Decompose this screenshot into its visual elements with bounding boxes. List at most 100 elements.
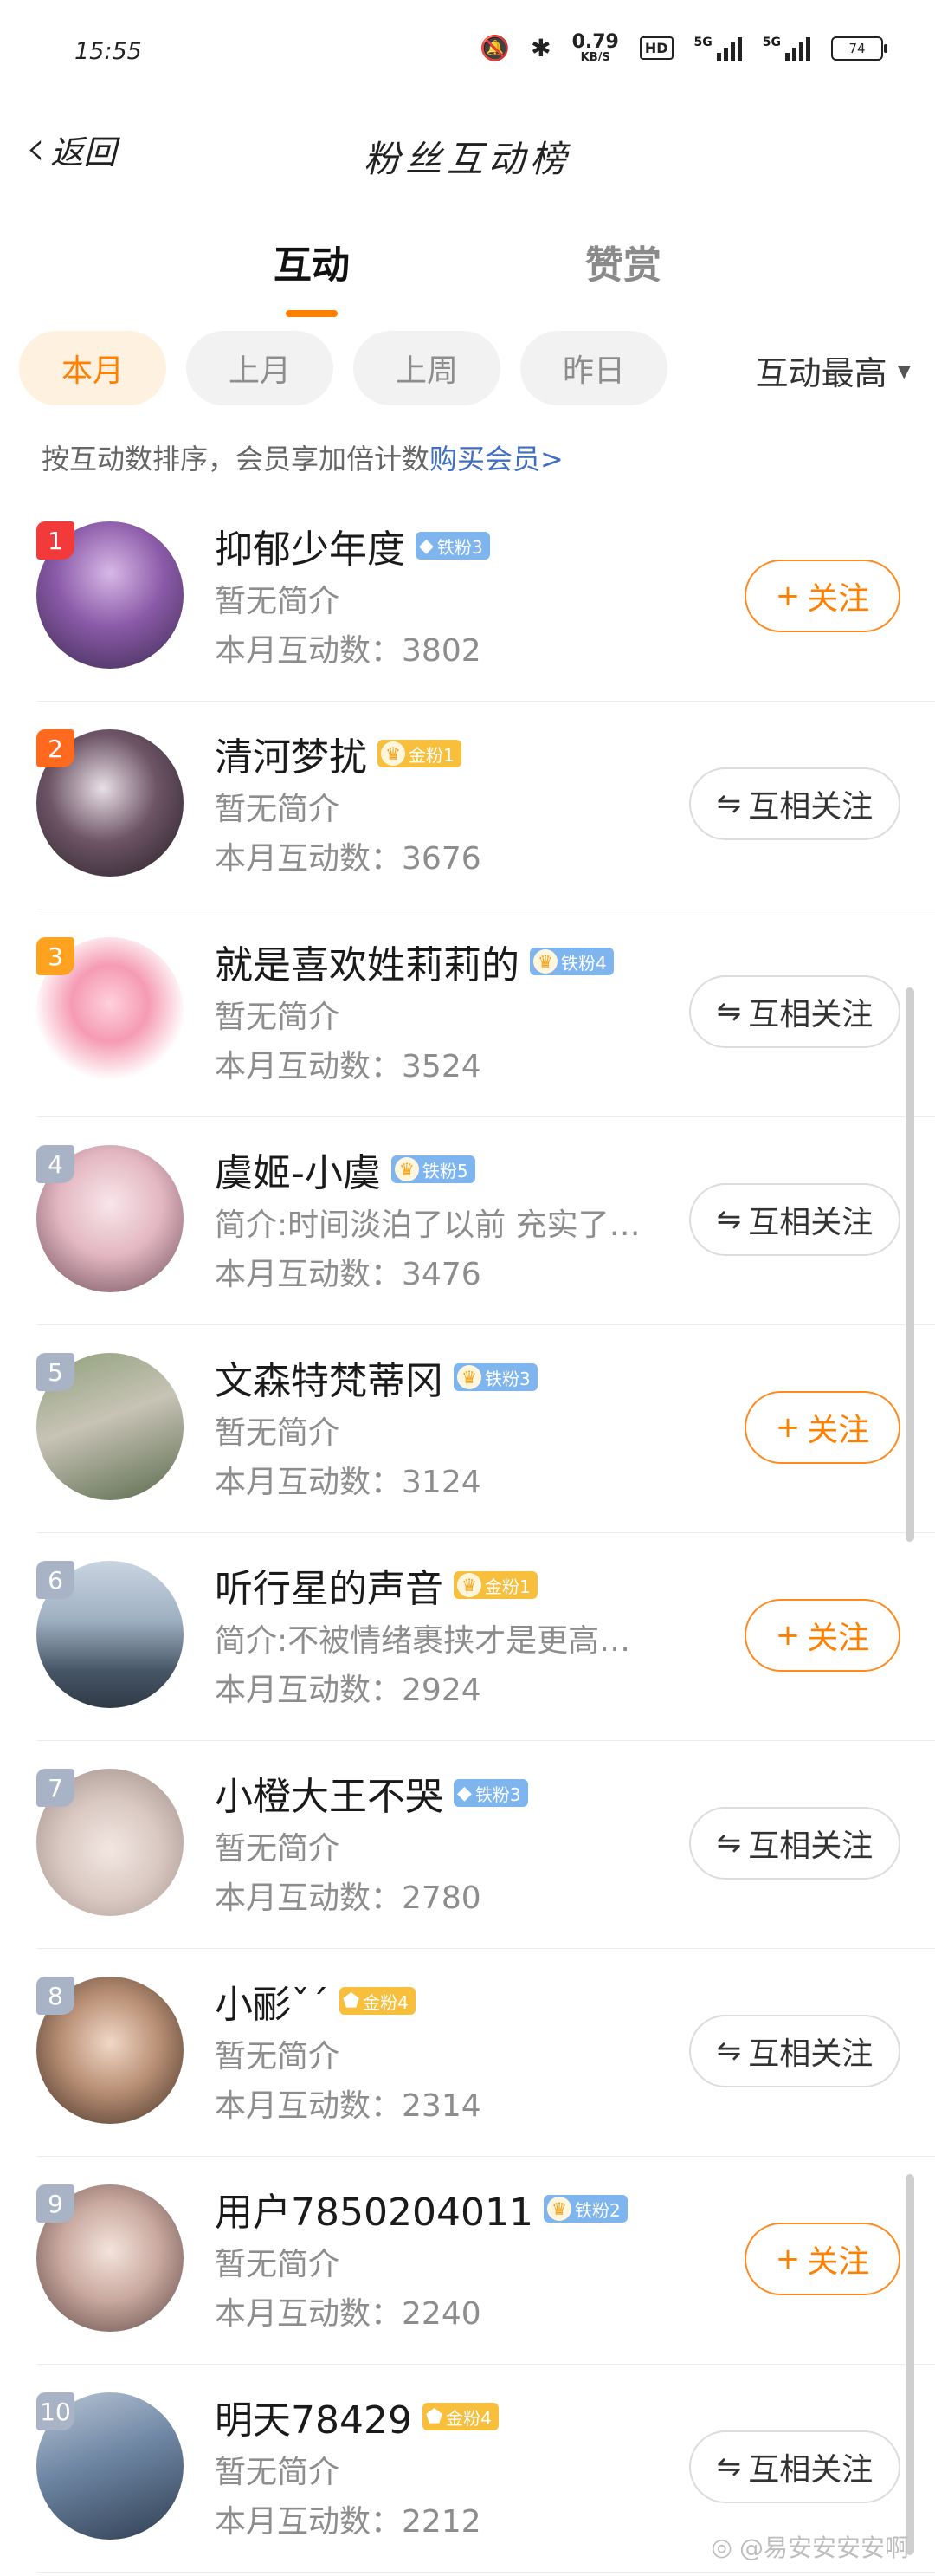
signal-2-label: 5G: [762, 35, 781, 49]
fan-name[interactable]: 文森特梵蒂冈: [215, 1349, 443, 1405]
button-label: 互相关注: [748, 1828, 874, 1864]
mutual-follow-button[interactable]: ⇋ 互相关注: [689, 2015, 900, 2087]
fan-row[interactable]: 7 小橙大王不哭 ◆ 铁粉3 暂无简介 本月互动数：2780 ⇋ 互相关注: [0, 1741, 935, 1949]
badge-label: 金粉4: [446, 2407, 492, 2429]
fan-name[interactable]: 就是喜欢姓莉莉的: [215, 934, 519, 989]
count-value: 3802: [402, 633, 481, 669]
fan-name[interactable]: 明天78429: [215, 2389, 412, 2444]
fan-name[interactable]: 抑郁少年度: [215, 518, 405, 573]
rank-badge: 10: [36, 2392, 74, 2430]
bluetooth-icon: ✱: [531, 33, 551, 62]
nav-bar: ‹ 返回 粉丝互动榜: [0, 113, 935, 191]
crown-icon: ♛: [381, 741, 405, 766]
fan-level-badge: ♛ 铁粉4: [530, 948, 614, 975]
rank-badge: 5: [36, 1353, 74, 1391]
fan-bio: 暂无简介: [215, 584, 340, 619]
interaction-count: 本月互动数：3476: [215, 1249, 481, 1294]
mute-bell-icon: 🔕: [480, 33, 511, 62]
count-prefix: 本月互动数：: [215, 633, 403, 669]
rank-badge: 2: [36, 729, 74, 767]
name-line: 文森特梵蒂冈 ♛ 铁粉3: [215, 1349, 538, 1405]
interaction-count: 本月互动数：3676: [215, 833, 481, 878]
tab-reward[interactable]: 赞赏: [554, 234, 693, 289]
status-bar: 15:55 🔕 ✱ 0.79 KB/S HD 5G 5G 74: [0, 0, 935, 104]
rank-badge: 7: [36, 1769, 74, 1807]
filter-yesterday[interactable]: 昨日: [520, 331, 667, 405]
scrollbar-lower[interactable]: [906, 2174, 914, 2555]
fan-row[interactable]: 9 用户7850204011 ♛ 铁粉2 暂无简介 本月互动数：2240 + 关注: [0, 2157, 935, 2365]
fan-name[interactable]: 小橙大王不哭: [215, 1765, 443, 1821]
name-line: 小彨ˇˊ ⬟ 金粉4: [215, 1973, 416, 2029]
plus-icon: +: [775, 1410, 801, 1445]
badge-label: 铁粉3: [474, 1783, 521, 1805]
fan-name[interactable]: 用户7850204011: [215, 2181, 533, 2236]
fan-row[interactable]: 2 清河梦扰 ♛ 金粉1 暂无简介本月互动数：3676 ⇋ 互相关注: [0, 702, 935, 909]
follow-button[interactable]: + 关注: [745, 560, 900, 632]
mutual-follow-button[interactable]: ⇋ 互相关注: [689, 767, 900, 840]
badge-label: 铁粉2: [574, 2199, 621, 2221]
name-line: 抑郁少年度 ◆ 铁粉3: [215, 518, 490, 573]
button-label: 关注: [807, 1413, 870, 1448]
fan-name[interactable]: 虞姬-小虞: [215, 1142, 381, 1197]
ranking-tip: 按互动数排序，会员享加倍计数购买会员>: [42, 437, 564, 477]
fan-row[interactable]: 1 抑郁少年度 ◆ 铁粉3 暂无简介 本月互动数：3802 + 关注: [0, 494, 935, 702]
crown-icon: ♛: [457, 1573, 481, 1597]
button-label: 关注: [807, 2244, 870, 2280]
filter-last-month[interactable]: 上月: [186, 331, 333, 405]
tab-interaction[interactable]: 互动: [242, 234, 381, 289]
fan-row[interactable]: 5 文森特梵蒂冈 ♛ 铁粉3 暂无简介 本月互动数：3124 + 关注: [0, 1325, 935, 1533]
fan-level-badge: ◆ 铁粉3: [454, 1779, 528, 1807]
button-label: 互相关注: [748, 997, 874, 1032]
fan-bio: 暂无简介: [215, 1831, 340, 1867]
filter-last-week[interactable]: 上周: [353, 331, 500, 405]
fan-name[interactable]: 小彨ˇˊ: [215, 1973, 329, 2029]
sort-dropdown[interactable]: 互动最高 ▼: [756, 346, 911, 394]
fan-row[interactable]: 8 小彨ˇˊ ⬟ 金粉4 暂无简介 本月互动数：2314 ⇋ 互相关注: [0, 1949, 935, 2157]
count-prefix: 本月互动数：: [215, 1465, 403, 1500]
fan-row[interactable]: 6 听行星的声音 ♛金粉1 简介:不被情绪裹挟才是更高级的自由本月互动数：2924 +关…: [0, 1533, 935, 1741]
plus-icon: +: [775, 579, 801, 613]
count-prefix: 本月互动数：: [215, 2504, 403, 2540]
mutual-follow-button[interactable]: ⇋ 互相关注: [689, 1807, 900, 1880]
filter-bar: 本月 上月 上周 昨日 互动最高 ▼: [19, 331, 919, 405]
fan-row[interactable]: 4 虞姬-小虞 ♛ 铁粉5 简介:时间淡泊了以前 充实了… 本月互动数：3476 ⇋ 互相关注: [0, 1117, 935, 1325]
count-prefix: 本月互动数：: [215, 1673, 403, 1708]
mutual-follow-button[interactable]: ⇋ 互相关注: [689, 975, 900, 1048]
fan-level-badge: ♛ 铁粉3: [454, 1363, 538, 1391]
name-line: 小橙大王不哭 ◆ 铁粉3: [215, 1765, 528, 1821]
follow-button[interactable]: + 关注: [745, 1599, 900, 1672]
count-prefix: 本月互动数：: [215, 2088, 403, 2124]
buy-membership-link[interactable]: 购买会员>: [429, 443, 564, 476]
mutual-follow-button[interactable]: ⇋ 互相关注: [689, 1183, 900, 1256]
badge-label: 金粉1: [409, 744, 455, 766]
rank-badge: 3: [36, 937, 74, 975]
filter-this-month[interactable]: 本月: [19, 331, 166, 405]
count-prefix: 本月互动数：: [215, 841, 403, 877]
sort-label: 互动最高: [755, 354, 887, 392]
follow-button[interactable]: + 关注: [745, 2223, 900, 2295]
caret-down-icon: ▼: [897, 359, 911, 381]
diamond-icon: ◆: [457, 1782, 472, 1804]
fan-name[interactable]: 清河梦扰: [215, 726, 367, 781]
crown-icon: ♛: [533, 949, 558, 974]
fan-name[interactable]: 听行星的声音: [215, 1557, 443, 1613]
swap-arrows-icon: ⇋: [716, 1826, 742, 1861]
rank-badge: 4: [36, 1145, 74, 1183]
fan-bio: 暂无简介: [215, 792, 340, 827]
button-label: 关注: [807, 1621, 870, 1656]
count-value: 2780: [402, 1880, 481, 1916]
status-time: 15:55: [74, 38, 142, 65]
swap-arrows-icon: ⇋: [716, 2034, 742, 2068]
diamond-icon: ◆: [419, 534, 434, 557]
fan-row[interactable]: 3 就是喜欢姓莉莉的 ♛ 铁粉4 暂无简介 本月互动数：3524 ⇋ 互相关注: [0, 909, 935, 1117]
rank-badge: 9: [36, 2184, 74, 2223]
fan-list: 1 抑郁少年度 ◆ 铁粉3 暂无简介 本月互动数：3802 + 关注 2 清河梦扰 ♛ 金粉1 暂无简介…: [0, 494, 935, 2573]
rank-badge: 6: [36, 1561, 74, 1599]
mutual-follow-button[interactable]: ⇋ 互相关注: [689, 2430, 900, 2503]
badge-label: 铁粉4: [561, 952, 607, 974]
fan-bio: 暂无简介: [215, 1000, 340, 1035]
scrollbar[interactable]: [906, 987, 914, 1542]
fan-bio: 简介:时间淡泊了以前 充实了…: [215, 1207, 641, 1243]
follow-button[interactable]: + 关注: [745, 1391, 900, 1464]
fan-bio: 暂无简介: [215, 2039, 340, 2074]
